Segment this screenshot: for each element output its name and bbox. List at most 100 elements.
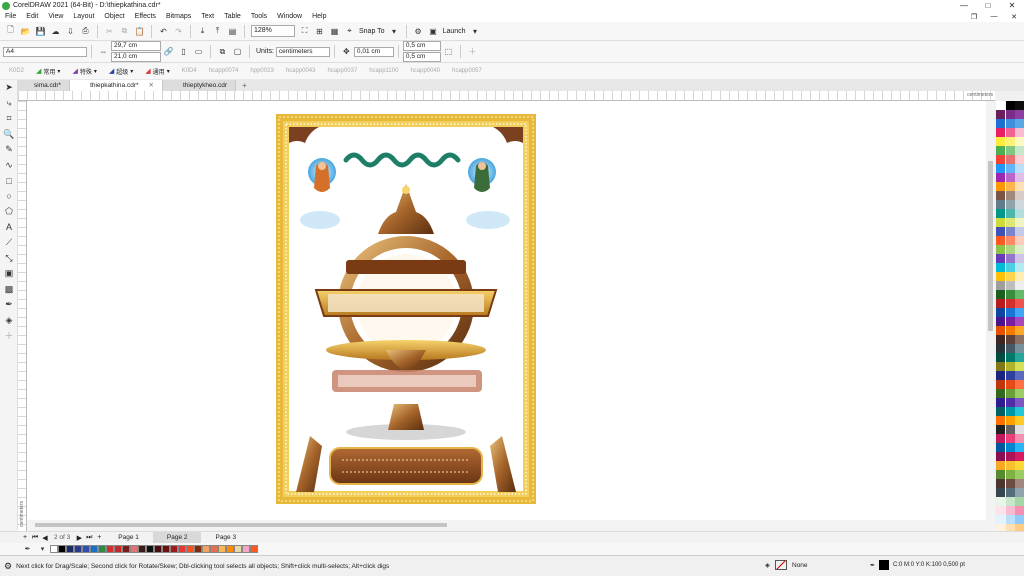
palette-swatch[interactable] — [996, 389, 1005, 398]
palette-swatch[interactable] — [1015, 353, 1024, 362]
palette-swatch[interactable] — [1015, 398, 1024, 407]
toolbar-item-0[interactable]: K0D2 — [3, 68, 30, 74]
palette-swatch[interactable] — [1015, 200, 1024, 209]
palette-swatch[interactable] — [1005, 191, 1015, 200]
palette-swatch[interactable] — [996, 218, 1005, 227]
page-size-select[interactable]: A4 — [3, 46, 87, 57]
palette-swatch[interactable] — [1015, 407, 1024, 416]
artistic-media-icon[interactable]: ∿ — [0, 158, 18, 174]
palette-swatch[interactable] — [1005, 362, 1015, 371]
options-gear-icon[interactable]: ⚙ — [412, 25, 425, 38]
landscape-icon[interactable]: ▭ — [192, 45, 205, 58]
palette-swatch[interactable] — [1005, 389, 1015, 398]
tab-thieptykheo[interactable]: thieptykheo.cdr — [162, 80, 237, 91]
fill-indicator[interactable]: ◈ None — [765, 560, 808, 570]
palette-swatch[interactable] — [996, 137, 1005, 146]
palette-swatch[interactable] — [1005, 470, 1015, 479]
palette-swatch[interactable] — [1005, 155, 1015, 164]
doc-minimize-icon[interactable]: — — [984, 13, 1004, 21]
palette-swatch[interactable] — [1015, 182, 1024, 191]
document-palette-swatch[interactable] — [58, 545, 66, 553]
polygon-tool-icon[interactable]: ⬠ — [0, 204, 18, 220]
palette-swatch[interactable] — [1015, 272, 1024, 281]
tab-thiepkathina[interactable]: thiepkathina.cdr* ✕ — [70, 80, 163, 91]
toolbar-item-11[interactable]: hcapp0040 — [404, 68, 446, 74]
palette-swatch[interactable] — [1015, 209, 1024, 218]
zoom-tool-icon[interactable]: 🔍 — [0, 127, 18, 143]
copy-icon[interactable]: ⧉ — [118, 25, 131, 38]
palette-swatch[interactable] — [1005, 209, 1015, 218]
document-palette-swatch[interactable] — [90, 545, 98, 553]
document-palette-swatch[interactable] — [154, 545, 162, 553]
palette-swatch[interactable] — [1015, 461, 1024, 470]
document-palette-swatch[interactable] — [98, 545, 106, 553]
toolbar-item-1[interactable]: ◢ 常用 ▾ — [30, 67, 66, 76]
undo-icon[interactable]: ↶ — [157, 25, 170, 38]
document-palette-swatch[interactable] — [82, 545, 90, 553]
palette-swatch[interactable] — [1015, 173, 1024, 182]
palette-swatch[interactable] — [996, 200, 1005, 209]
palette-swatch[interactable] — [996, 110, 1005, 119]
palette-swatch[interactable] — [996, 506, 1005, 515]
vertical-scrollbar[interactable] — [986, 101, 995, 531]
palette-swatch[interactable] — [1005, 425, 1015, 434]
paste-icon[interactable]: 📋 — [133, 25, 146, 38]
palette-swatch[interactable] — [996, 101, 1005, 110]
palette-swatch[interactable] — [1005, 308, 1015, 317]
document-palette-swatch[interactable] — [210, 545, 218, 553]
palette-swatch[interactable] — [1005, 182, 1015, 191]
cloud-download-icon[interactable]: ⇩ — [64, 25, 77, 38]
palette-swatch[interactable] — [1005, 353, 1015, 362]
palette-swatch[interactable] — [996, 515, 1005, 524]
palette-swatch[interactable] — [1005, 254, 1015, 263]
palette-swatch[interactable] — [1005, 299, 1015, 308]
menu-text[interactable]: Text — [196, 13, 219, 20]
cut-icon[interactable]: ✂ — [103, 25, 116, 38]
import-icon[interactable]: ⤓ — [196, 25, 209, 38]
document-palette-swatch[interactable] — [130, 545, 138, 553]
page-width-field[interactable]: 29,7 cm — [111, 41, 161, 51]
menu-help[interactable]: Help — [307, 13, 331, 20]
shape-tool-icon[interactable]: ⤷ — [0, 96, 18, 112]
toolbar-item-12[interactable]: hcapp0057 — [446, 68, 488, 74]
palette-swatch[interactable] — [1005, 263, 1015, 272]
palette-swatch[interactable] — [1005, 380, 1015, 389]
palette-swatch[interactable] — [1015, 146, 1024, 155]
palette-swatch[interactable] — [1005, 146, 1015, 155]
menu-layout[interactable]: Layout — [68, 13, 99, 20]
palette-swatch[interactable] — [1005, 335, 1015, 344]
launch-dropdown[interactable]: Launch — [441, 28, 468, 35]
palette-swatch[interactable] — [1015, 227, 1024, 236]
palette-swatch[interactable] — [1015, 515, 1024, 524]
document-palette-swatch[interactable] — [234, 545, 242, 553]
palette-swatch[interactable] — [1015, 344, 1024, 353]
menu-file[interactable]: File — [0, 13, 21, 20]
toolbar-item-2[interactable]: ◢ 特殊 ▾ — [66, 67, 102, 76]
export-pdf-icon[interactable]: ▤ — [226, 25, 239, 38]
palette-swatch[interactable] — [1005, 371, 1015, 380]
prev-page-icon[interactable]: ◀ — [40, 534, 50, 542]
menu-tools[interactable]: Tools — [246, 13, 272, 20]
first-page-icon[interactable]: ⏮ — [30, 534, 40, 542]
document-palette-swatch[interactable] — [74, 545, 82, 553]
palette-swatch[interactable] — [1005, 236, 1015, 245]
palette-swatch[interactable] — [996, 317, 1005, 326]
palette-swatch[interactable] — [1015, 425, 1024, 434]
palette-swatch[interactable] — [996, 290, 1005, 299]
palette-swatch[interactable] — [1015, 119, 1024, 128]
palette-swatch[interactable] — [996, 254, 1005, 263]
page-tab-3[interactable]: Page 3 — [201, 532, 250, 544]
palette-swatch[interactable] — [1015, 299, 1024, 308]
last-page-icon[interactable]: ⏭ — [84, 534, 94, 542]
palette-swatch[interactable] — [996, 407, 1005, 416]
palette-swatch[interactable] — [1015, 218, 1024, 227]
palette-swatch[interactable] — [1015, 155, 1024, 164]
palette-swatch[interactable] — [1005, 416, 1015, 425]
palette-swatch[interactable] — [996, 488, 1005, 497]
dimension-tool-icon[interactable]: ⟋ — [0, 235, 18, 251]
menu-object[interactable]: Object — [99, 13, 129, 20]
open-icon[interactable]: 📂 — [19, 25, 32, 38]
close-button[interactable]: ✕ — [1000, 0, 1024, 11]
palette-swatch[interactable] — [1005, 281, 1015, 290]
treat-as-filled-icon[interactable]: ⬚ — [442, 45, 455, 58]
